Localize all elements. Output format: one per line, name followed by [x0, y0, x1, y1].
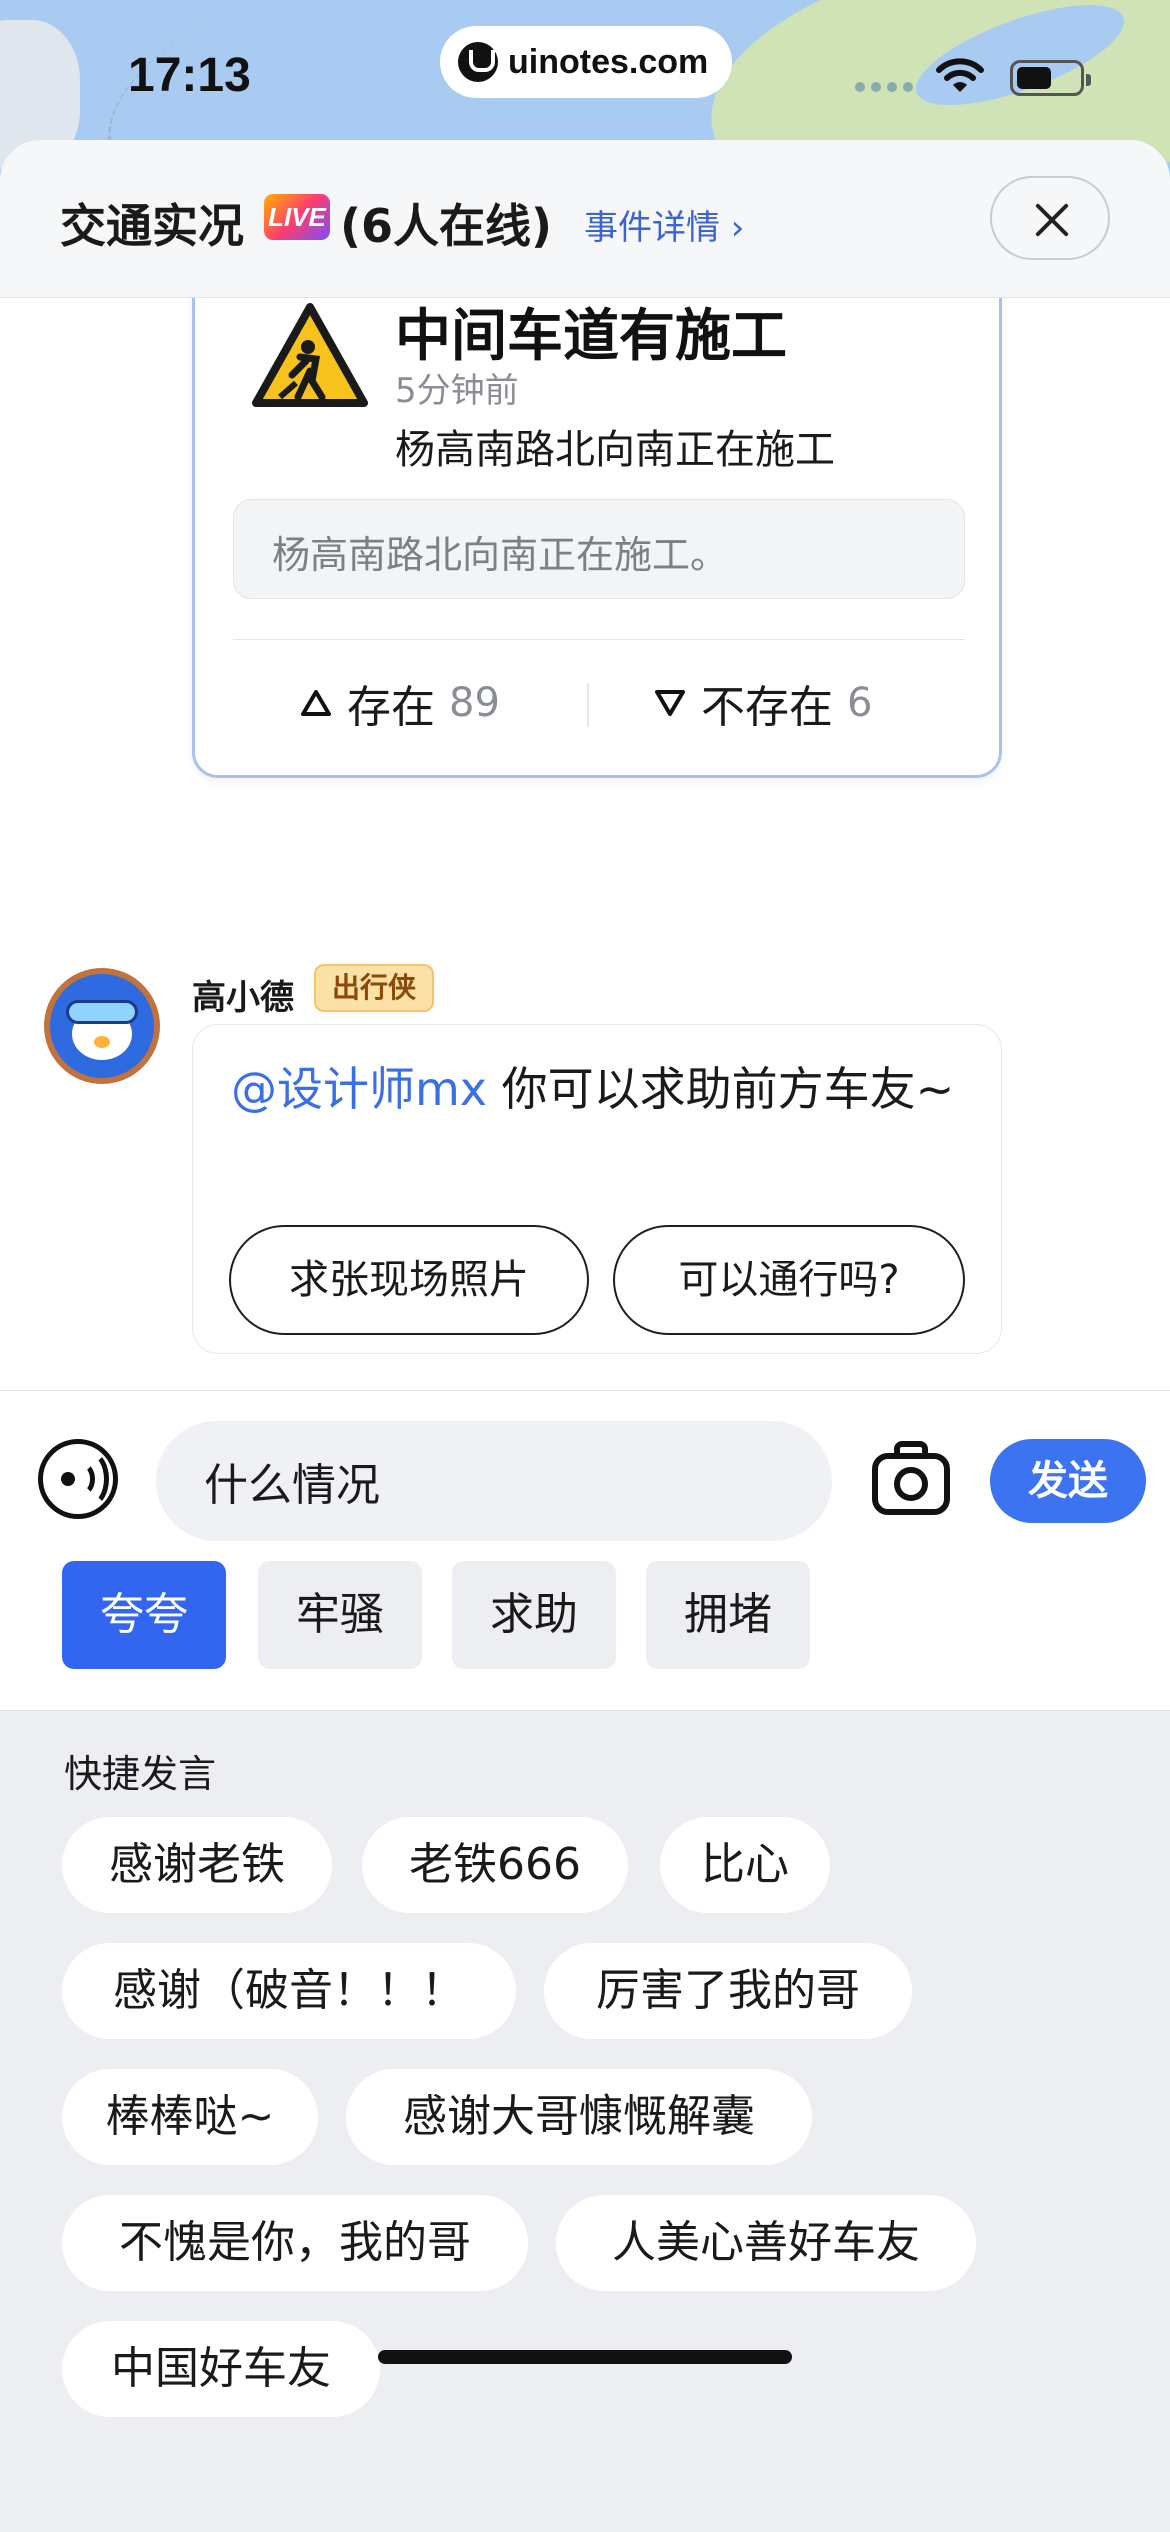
live-badge: LIVE [264, 194, 330, 240]
vote-exists-button[interactable]: 存在 89 [299, 671, 500, 735]
camera-icon[interactable] [872, 1441, 950, 1515]
message-text: @设计师mx 你可以求助前方车友~ [231, 1053, 971, 1125]
avatar[interactable] [44, 968, 160, 1084]
close-button[interactable] [990, 176, 1110, 260]
message-body: 你可以求助前方车友~ [487, 1062, 955, 1116]
vote-exists-label: 存在 [347, 682, 435, 733]
message-input[interactable] [156, 1421, 832, 1541]
construction-warning-icon [252, 303, 368, 407]
quick-phrases-title: 快捷发言 [64, 1752, 217, 1796]
event-quote: 杨高南路北向南正在施工。 [233, 499, 965, 599]
sender-name: 高小德 [192, 978, 294, 1018]
quick-phrase[interactable]: 比心 [660, 1817, 830, 1913]
vote-not-exists-button[interactable]: 不存在 6 [653, 671, 872, 735]
site-logo-icon [458, 42, 498, 82]
message-bubble: @设计师mx 你可以求助前方车友~ 求张现场照片 可以通行吗? [192, 1024, 1002, 1354]
chat-content[interactable]: 中间车道有施工 5分钟前 杨高南路北向南正在施工 杨高南路北向南正在施工。 存在… [0, 298, 1170, 1390]
vote-separator [587, 683, 589, 727]
quick-phrase[interactable]: 老铁666 [362, 1817, 628, 1913]
event-title: 中间车道有施工 [395, 304, 787, 369]
suggestion-button[interactable]: 可以通行吗? [613, 1225, 965, 1335]
online-count: (6人在线) [340, 199, 553, 253]
page-title: 交通实况 [60, 199, 244, 253]
sender-badge: 出行侠 [314, 964, 434, 1012]
status-bar: 17:13 uinotes.com [0, 0, 1170, 150]
vote-not-exists-count: 6 [847, 680, 873, 726]
event-description: 杨高南路北向南正在施工 [395, 427, 835, 473]
divider [233, 639, 965, 640]
tab-congestion[interactable]: 拥堵 [646, 1561, 810, 1669]
quick-phrase[interactable]: 不愧是你，我的哥 [62, 2195, 528, 2291]
quick-phrase[interactable]: 感谢大哥慷慨解囊 [346, 2069, 812, 2165]
vote-exists-count: 89 [449, 680, 500, 726]
quick-phrase[interactable]: 中国好车友 [62, 2321, 380, 2417]
status-time: 17:13 [128, 49, 251, 102]
tab-help[interactable]: 求助 [452, 1561, 616, 1669]
home-indicator[interactable] [378, 2350, 792, 2364]
triangle-up-icon [301, 690, 331, 716]
mention-link[interactable]: @设计师mx [231, 1062, 487, 1116]
url-pill[interactable]: uinotes.com [440, 26, 732, 98]
wifi-icon [936, 58, 984, 92]
voice-input-icon[interactable] [38, 1439, 118, 1519]
suggestion-button[interactable]: 求张现场照片 [229, 1225, 589, 1335]
triangle-down-icon [655, 690, 685, 716]
event-time: 5分钟前 [395, 371, 519, 411]
event-details-link[interactable]: 事件详情 › [584, 200, 744, 249]
event-card[interactable]: 中间车道有施工 5分钟前 杨高南路北向南正在施工 杨高南路北向南正在施工。 存在… [192, 298, 1002, 778]
send-button[interactable]: 发送 [990, 1439, 1146, 1523]
vote-not-exists-label: 不存在 [701, 682, 833, 733]
signal-icon [855, 82, 913, 92]
battery-icon [1010, 60, 1091, 96]
quick-phrase[interactable]: 棒棒哒~ [62, 2069, 318, 2165]
quick-phrase[interactable]: 人美心善好车友 [556, 2195, 976, 2291]
sheet-header: 交通实况 LIVE (6人在线) 事件详情 › [0, 140, 1170, 298]
quick-phrase[interactable]: 感谢老铁 [62, 1817, 332, 1913]
quick-phrase[interactable]: 厉害了我的哥 [544, 1943, 912, 2039]
input-area: 发送 夸夸 牢骚 求助 拥堵 [0, 1390, 1170, 1710]
quick-phrases-panel: 快捷发言 感谢老铁 老铁666 比心 感谢（破音！！！ 厉害了我的哥 棒棒哒~ … [0, 1710, 1170, 2532]
url-text: uinotes.com [508, 42, 709, 81]
tab-complain[interactable]: 牢骚 [258, 1561, 422, 1669]
tab-praise[interactable]: 夸夸 [62, 1561, 226, 1669]
quick-phrase[interactable]: 感谢（破音！！！ [62, 1943, 516, 2039]
traffic-sheet: 交通实况 LIVE (6人在线) 事件详情 › 中间车道有施工 5分钟前 杨高南… [0, 140, 1170, 2532]
